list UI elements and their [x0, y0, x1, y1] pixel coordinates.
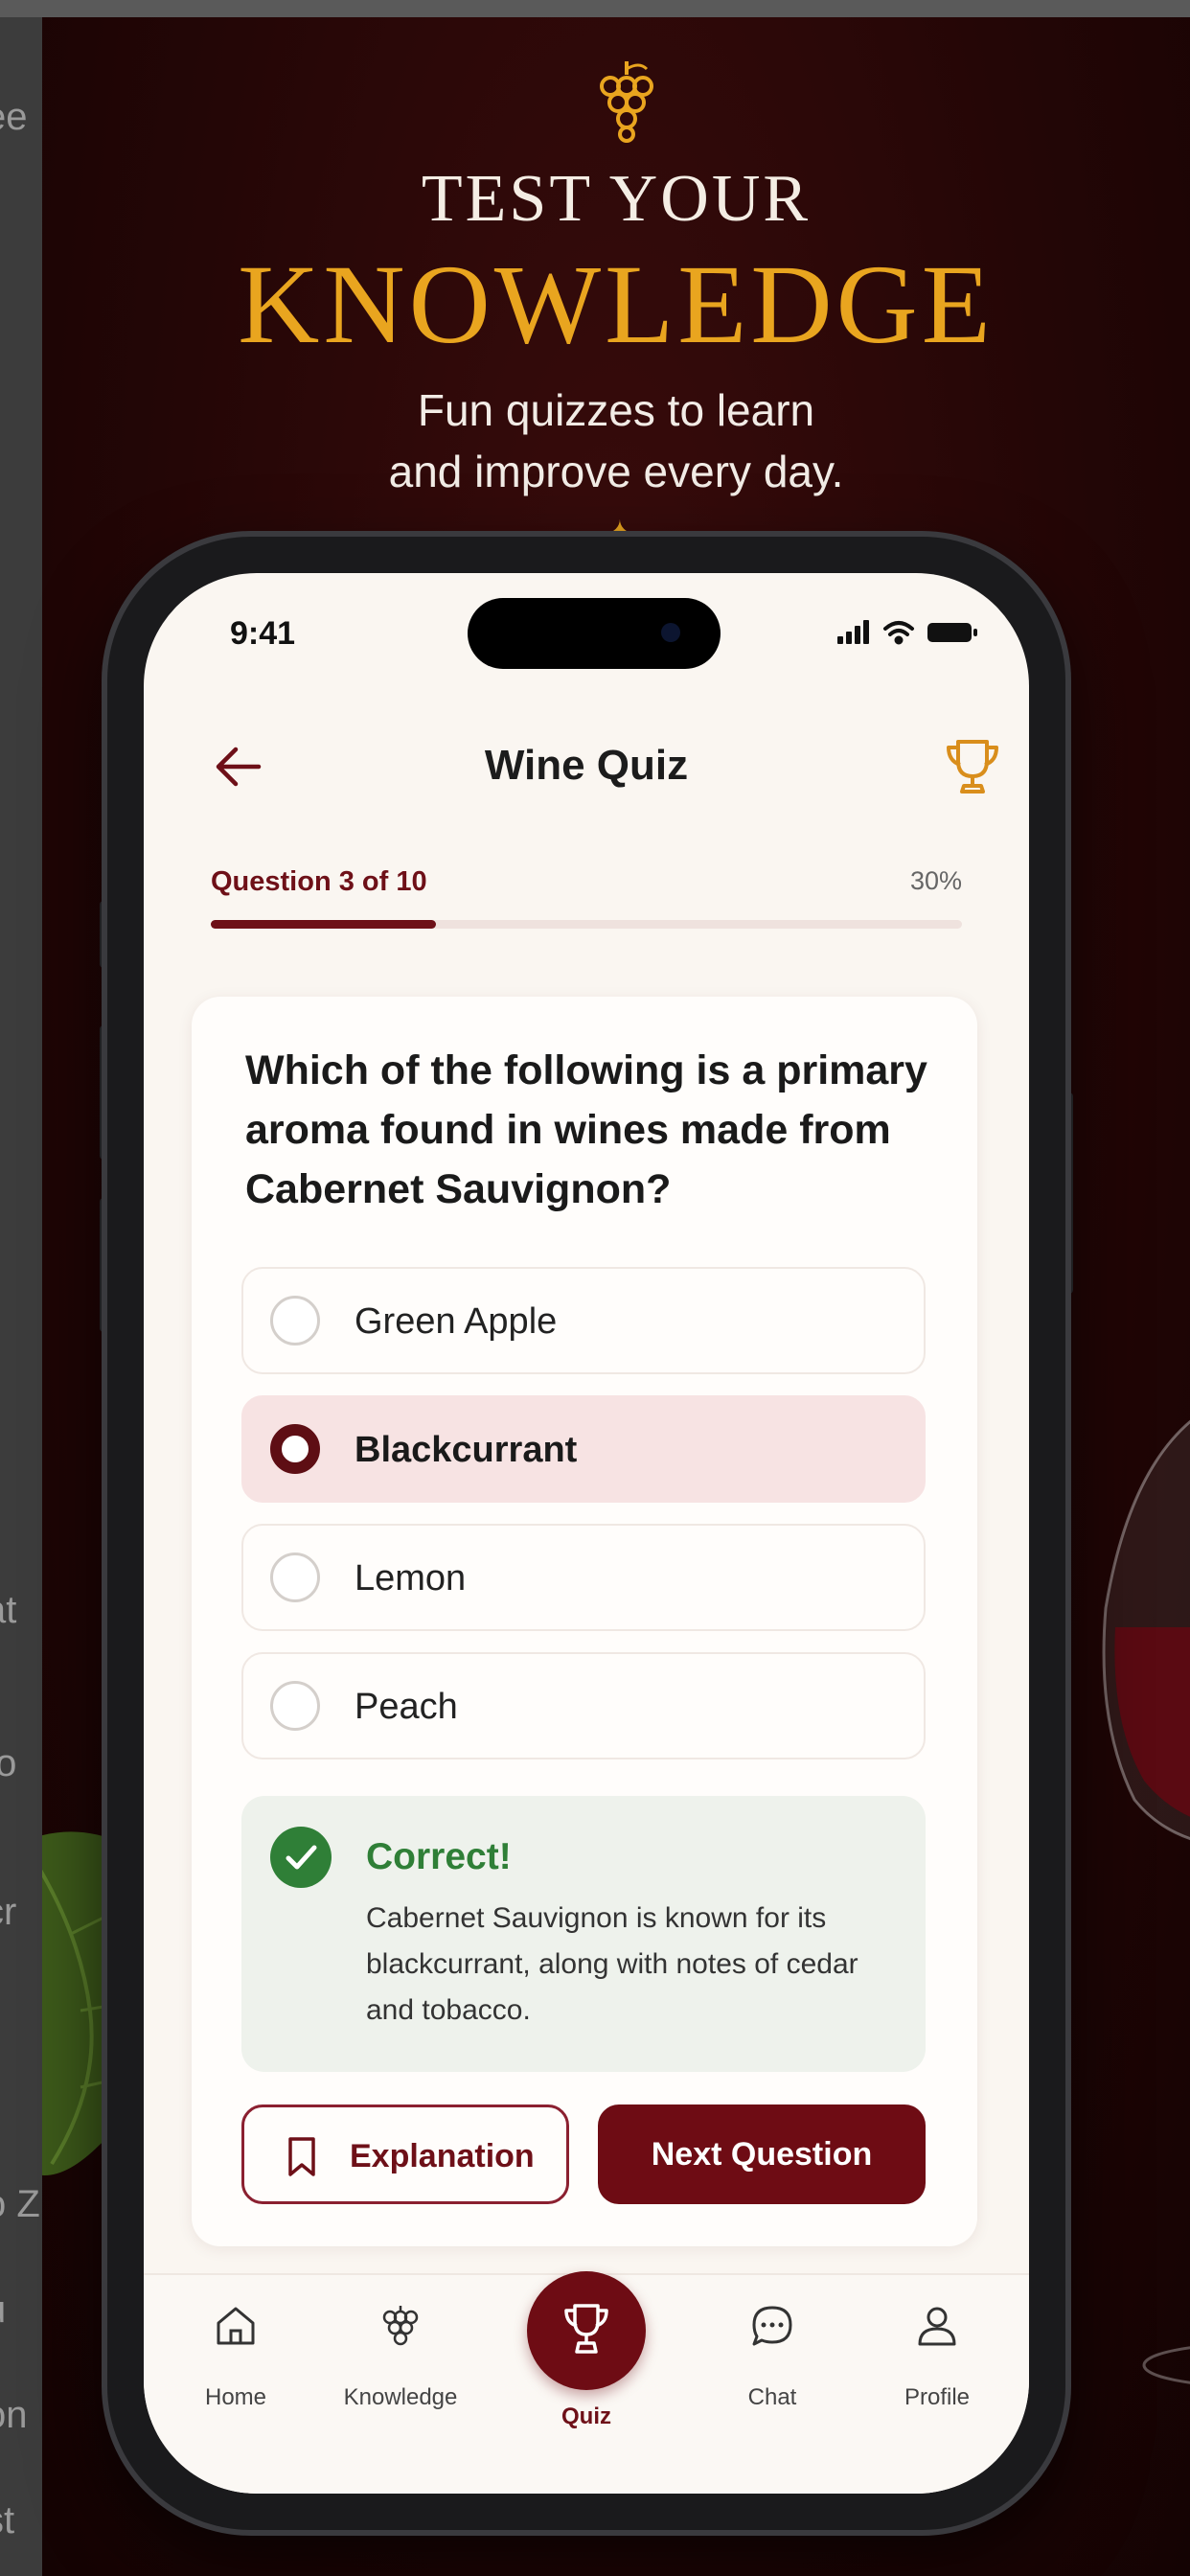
- question-progress-label: Question 3 of 10: [211, 866, 427, 897]
- feedback-title: Correct!: [366, 1836, 512, 1877]
- tab-label: Home: [204, 2384, 267, 2410]
- cropped-text: at: [0, 1589, 17, 1631]
- dynamic-island: [468, 598, 721, 669]
- question-card: Which of the following is a primary arom…: [192, 997, 977, 2246]
- radio-button[interactable]: [270, 1296, 320, 1346]
- tagline: Fun quizzes to learn and improve every d…: [42, 380, 1190, 502]
- tab-profile[interactable]: Profile: [870, 2304, 1004, 2438]
- phone-screen: 9:41 Wine Quiz Question 3 of 10 30% Whic…: [144, 573, 1029, 2494]
- status-icons: [837, 620, 977, 645]
- trophy-icon: [564, 2304, 608, 2354]
- profile-icon: [918, 2307, 956, 2346]
- tab-home[interactable]: Home: [169, 2304, 303, 2438]
- cropped-text: ee: [0, 96, 28, 138]
- wine-glass-decoration: [1102, 1419, 1190, 2384]
- cellular-signal-icon: [837, 620, 869, 644]
- answer-option[interactable]: Peach: [241, 1652, 926, 1760]
- divider-line: [379, 534, 590, 536]
- progress-bar-fill: [211, 920, 437, 929]
- phone-mockup: 9:41 Wine Quiz Question 3 of 10 30% Whic…: [107, 537, 1065, 2530]
- cropped-text: u: [0, 2288, 6, 2332]
- tab-chat[interactable]: Chat: [705, 2304, 839, 2438]
- chat-icon: [752, 2306, 792, 2346]
- progress-bar: [211, 920, 962, 929]
- bookmark-icon: [288, 2137, 315, 2176]
- bottom-tab-bar: Home Knowledge Quiz Chat Profile: [144, 2271, 1029, 2494]
- radio-button[interactable]: [270, 1552, 320, 1602]
- home-icon: [217, 2307, 255, 2345]
- feedback-panel: Correct! Cabernet Sauvignon is known for…: [241, 1796, 926, 2072]
- cropped-text: o Z: [0, 2183, 40, 2225]
- cropped-text: cr: [0, 1891, 17, 1933]
- status-time: 9:41: [230, 615, 296, 652]
- answer-option-label: Blackcurrant: [355, 1430, 578, 1470]
- tab-quiz[interactable]: [527, 2271, 646, 2390]
- explanation-button-label: Explanation: [350, 2138, 535, 2174]
- cropped-text: st: [0, 2499, 15, 2542]
- tab-label-active: Quiz: [561, 2404, 611, 2429]
- trophy-icon[interactable]: [939, 734, 1006, 801]
- tagline-line-2: and improve every day.: [388, 447, 844, 496]
- camera-icon: [661, 623, 680, 642]
- grapes-icon: [382, 2306, 419, 2346]
- top-strip: [0, 0, 1190, 17]
- progress-percent: 30%: [909, 866, 962, 895]
- radio-button-selected[interactable]: [270, 1424, 320, 1474]
- headline-line-2: KNOWLEDGE: [238, 242, 995, 367]
- explanation-button[interactable]: Explanation: [241, 2104, 569, 2204]
- divider-line: [648, 534, 858, 536]
- grapes-logo-icon: [600, 61, 653, 143]
- tab-label: Profile: [904, 2384, 971, 2410]
- tab-knowledge[interactable]: Knowledge: [333, 2304, 468, 2438]
- cropped-text: to: [0, 1742, 17, 1784]
- answer-option-label: Lemon: [355, 1558, 467, 1598]
- page-title: Wine Quiz: [484, 742, 689, 789]
- question-text: Which of the following is a primary arom…: [245, 1047, 927, 1212]
- answer-option-label: Green Apple: [355, 1301, 558, 1342]
- feedback-text: Cabernet Sauvignon is known for its blac…: [366, 1902, 858, 2026]
- tab-label: Chat: [747, 2384, 797, 2410]
- radio-button[interactable]: [270, 1681, 320, 1731]
- headline-line-1: TEST YOUR: [421, 162, 812, 236]
- answer-option[interactable]: Lemon: [241, 1524, 926, 1631]
- wifi-icon: [883, 621, 914, 645]
- tagline-line-1: Fun quizzes to learn: [417, 385, 815, 435]
- answer-option-label: Peach: [355, 1687, 458, 1727]
- battery-icon: [927, 623, 977, 642]
- check-icon: [270, 1827, 332, 1888]
- cropped-text: on: [0, 2394, 28, 2436]
- answer-option-selected[interactable]: Blackcurrant: [241, 1395, 926, 1503]
- next-question-button[interactable]: Next Question: [598, 2104, 926, 2204]
- answer-option[interactable]: Green Apple: [241, 1267, 926, 1374]
- tab-label: Knowledge: [343, 2384, 458, 2410]
- background-window-edge: ee at to cr o Z u on st: [0, 17, 42, 2576]
